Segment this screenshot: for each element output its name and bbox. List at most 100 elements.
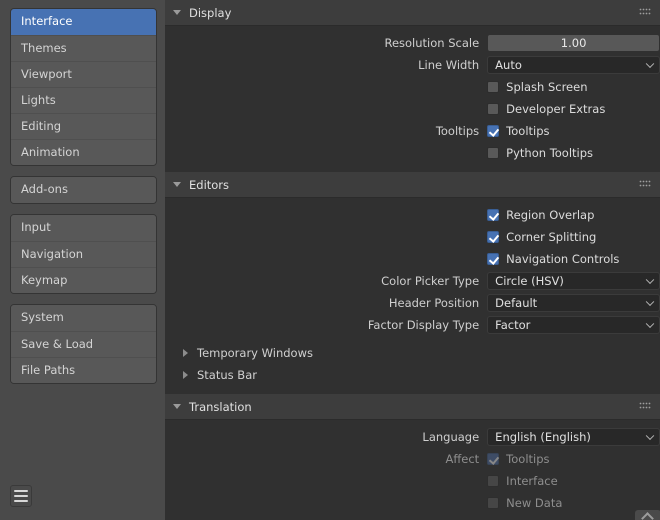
- row-developer-extras: Developer Extras: [165, 98, 660, 120]
- checkbox-label-splash-screen: Splash Screen: [506, 80, 587, 94]
- label-language: Language: [175, 430, 487, 444]
- chevron-down-icon: [646, 60, 654, 68]
- panel-title-translation: Translation: [189, 400, 252, 414]
- header-position-dropdown[interactable]: Default: [487, 294, 660, 312]
- checkbox-region-overlap[interactable]: Region Overlap: [487, 208, 660, 222]
- language-dropdown[interactable]: English (English): [487, 428, 660, 446]
- line-width-value: Auto: [495, 58, 522, 72]
- checkbox-tooltips[interactable]: Tooltips: [487, 124, 660, 138]
- row-splash-screen: Splash Screen: [165, 76, 660, 98]
- row-line-width: Line Width Auto: [165, 54, 660, 76]
- checkbox-box-unchecked-icon: [487, 147, 499, 159]
- label-line-width: Line Width: [175, 58, 487, 72]
- checkbox-corner-splitting[interactable]: Corner Splitting: [487, 230, 660, 244]
- label-affect: Affect: [175, 452, 487, 466]
- triangle-right-icon: [183, 371, 188, 379]
- panel-body-display: Resolution Scale 1.00 Line Width Auto: [165, 26, 660, 172]
- sidebar-group-addons: Add-ons: [10, 176, 157, 204]
- checkbox-python-tooltips[interactable]: Python Tooltips: [487, 146, 660, 160]
- sidebar-group-input: Input Navigation Keymap: [10, 214, 157, 294]
- checkbox-box-checked-icon: [487, 231, 499, 243]
- drag-grip-icon[interactable]: [640, 181, 651, 188]
- sidebar-item-input[interactable]: Input: [11, 215, 156, 241]
- checkbox-label-tooltips: Tooltips: [506, 124, 549, 138]
- checkbox-splash-screen[interactable]: Splash Screen: [487, 80, 660, 94]
- row-factor-display-type: Factor Display Type Factor: [165, 314, 660, 336]
- label-tooltips-group: Tooltips: [175, 124, 487, 138]
- row-header-position: Header Position Default: [165, 292, 660, 314]
- checkbox-box-checked-icon: [487, 453, 499, 465]
- resolution-scale-slider[interactable]: 1.00: [487, 34, 660, 52]
- drag-grip-icon[interactable]: [640, 9, 651, 16]
- factor-display-type-dropdown[interactable]: Factor: [487, 316, 660, 334]
- preferences-window: Interface Themes Viewport Lights Editing…: [0, 0, 660, 520]
- language-value: English (English): [495, 430, 591, 444]
- label-header-position: Header Position: [175, 296, 487, 310]
- checkbox-box-unchecked-icon: [487, 497, 499, 509]
- drag-grip-icon[interactable]: [640, 403, 651, 410]
- triangle-right-icon: [183, 349, 188, 357]
- color-picker-type-dropdown[interactable]: Circle (HSV): [487, 272, 660, 290]
- hamburger-icon[interactable]: [10, 485, 32, 507]
- sidebar-item-save-and-load[interactable]: Save & Load: [11, 331, 156, 357]
- color-picker-type-value: Circle (HSV): [495, 274, 564, 288]
- row-corner-splitting: Corner Splitting: [165, 226, 660, 248]
- hamburger-bar: [14, 495, 28, 497]
- row-color-picker-type: Color Picker Type Circle (HSV): [165, 270, 660, 292]
- sidebar-item-viewport[interactable]: Viewport: [11, 61, 156, 87]
- factor-display-type-value: Factor: [495, 318, 530, 332]
- sidebar-item-navigation[interactable]: Navigation: [11, 241, 156, 267]
- checkbox-label-affect-new-data: New Data: [506, 496, 562, 510]
- checkbox-label-developer-extras: Developer Extras: [506, 102, 605, 116]
- sidebar-item-lights[interactable]: Lights: [11, 87, 156, 113]
- checkbox-affect-new-data[interactable]: New Data: [487, 496, 660, 510]
- preferences-content: Display Resolution Scale 1.00 Line Width…: [165, 0, 660, 520]
- chevron-down-icon: [646, 432, 654, 440]
- panel-body-translation: Language English (English) Affect Toolti…: [165, 420, 660, 520]
- triangle-down-icon: [173, 182, 181, 187]
- sidebar-item-interface[interactable]: Interface: [11, 9, 156, 35]
- sidebar: Interface Themes Viewport Lights Editing…: [0, 0, 165, 520]
- sidebar-item-keymap[interactable]: Keymap: [11, 267, 156, 293]
- sidebar-item-add-ons[interactable]: Add-ons: [11, 177, 156, 203]
- sidebar-item-file-paths[interactable]: File Paths: [11, 357, 156, 383]
- sidebar-item-editing[interactable]: Editing: [11, 113, 156, 139]
- panel-header-display[interactable]: Display: [165, 0, 660, 26]
- subpanel-label-temporary-windows: Temporary Windows: [197, 346, 313, 360]
- row-affect-tooltips: Affect Tooltips: [165, 448, 660, 470]
- hamburger-bar: [14, 500, 28, 502]
- row-affect-new-data: New Data: [165, 492, 660, 514]
- sidebar-item-system[interactable]: System: [11, 305, 156, 331]
- row-language: Language English (English): [165, 426, 660, 448]
- checkbox-box-unchecked-icon: [487, 103, 499, 115]
- label-color-picker-type: Color Picker Type: [175, 274, 487, 288]
- panel-header-translation[interactable]: Translation: [165, 394, 660, 420]
- checkbox-box-checked-icon: [487, 253, 499, 265]
- chevron-down-icon: [646, 276, 654, 284]
- panel-body-editors: Region Overlap Corner Splitting Navigati…: [165, 198, 660, 394]
- checkbox-navigation-controls[interactable]: Navigation Controls: [487, 252, 660, 266]
- checkbox-developer-extras[interactable]: Developer Extras: [487, 102, 660, 116]
- checkbox-label-affect-interface: Interface: [506, 474, 558, 488]
- row-resolution-scale: Resolution Scale 1.00: [165, 32, 660, 54]
- sidebar-group-system: System Save & Load File Paths: [10, 304, 157, 384]
- subpanel-status-bar[interactable]: Status Bar: [165, 364, 660, 386]
- sidebar-item-animation[interactable]: Animation: [11, 139, 156, 165]
- line-width-dropdown[interactable]: Auto: [487, 56, 660, 74]
- checkbox-affect-tooltips[interactable]: Tooltips: [487, 452, 660, 466]
- chevron-down-icon: [646, 320, 654, 328]
- panel-header-editors[interactable]: Editors: [165, 172, 660, 198]
- scroll-up-button[interactable]: [635, 510, 660, 520]
- triangle-down-icon: [173, 10, 181, 15]
- subpanel-label-status-bar: Status Bar: [197, 368, 257, 382]
- row-region-overlap: Region Overlap: [165, 204, 660, 226]
- checkbox-label-corner-splitting: Corner Splitting: [506, 230, 596, 244]
- checkbox-box-checked-icon: [487, 209, 499, 221]
- chevron-down-icon: [646, 298, 654, 306]
- checkbox-affect-interface[interactable]: Interface: [487, 474, 660, 488]
- sidebar-group-general: Interface Themes Viewport Lights Editing…: [10, 8, 157, 166]
- label-factor-display-type: Factor Display Type: [175, 318, 487, 332]
- sidebar-item-themes[interactable]: Themes: [11, 35, 156, 61]
- subpanel-temporary-windows[interactable]: Temporary Windows: [165, 342, 660, 364]
- checkbox-box-checked-icon: [487, 125, 499, 137]
